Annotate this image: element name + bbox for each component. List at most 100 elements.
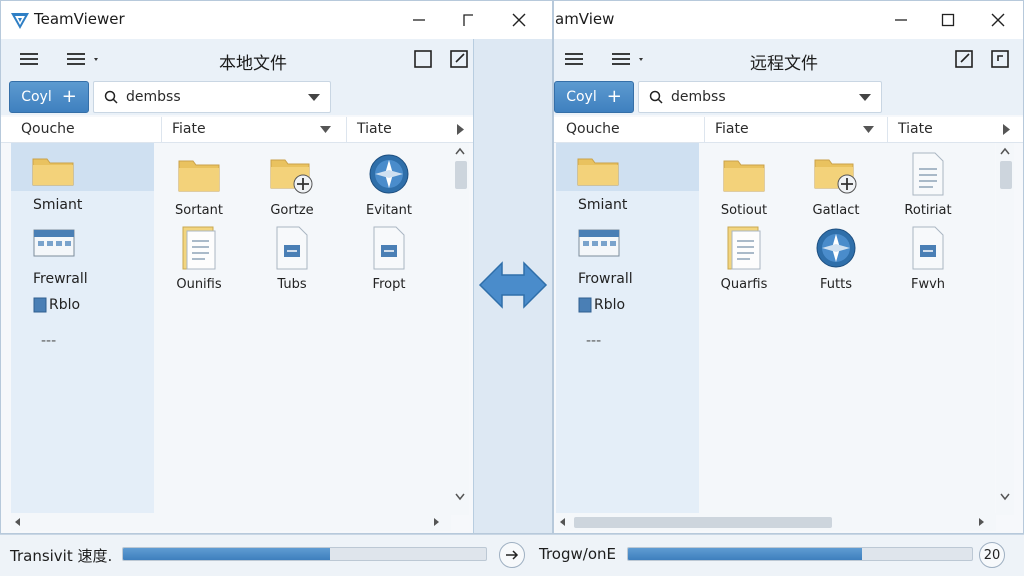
file-item[interactable]: Rotiriat [883,149,973,218]
toolbar: 本地文件 [1,39,552,79]
computer-icon[interactable] [578,229,620,259]
path-search-field[interactable]: dembss [93,81,331,113]
scroll-left-icon[interactable] [13,517,21,527]
menu-button[interactable] [17,47,41,71]
local-files-window: TeamViewer 本地文件 Coyl + dembss Qouche Fia… [0,0,553,534]
sidebar-item-label: --- [586,333,602,349]
app-title: amView [555,10,615,28]
queue-count-badge[interactable]: 20 [979,542,1005,568]
edit-button[interactable] [447,47,471,71]
file-item[interactable]: Sotiout [699,149,789,218]
sidebar-item-label[interactable]: Frowrall [578,271,633,287]
file-item[interactable]: Gatlact [791,149,881,218]
file-item[interactable]: Fwvh [883,223,973,292]
sidebar-item-label[interactable]: Rblo [49,297,80,313]
edit-button[interactable] [952,47,976,71]
sort-down-icon [320,126,331,133]
list-view-dropdown-icon [67,53,98,65]
folder-icon[interactable] [31,153,75,187]
vertical-scrollbar[interactable] [996,143,1014,515]
column-header-type[interactable]: Fiate [161,117,341,143]
transfer-arrows-icon[interactable] [478,257,548,313]
scroll-down-icon[interactable] [455,493,465,501]
close-icon [512,13,526,27]
open-external-button[interactable] [988,47,1012,71]
column-header-name[interactable]: Qouche [556,117,696,143]
document-icon [912,152,944,196]
folder-sync-icon [270,159,313,194]
file-item[interactable]: Sortant [154,149,244,218]
search-icon [649,90,663,104]
file-item[interactable]: Quarfis [699,223,789,292]
folder-icon [723,160,765,192]
document-icon [373,226,405,270]
file-item[interactable]: Evitant [344,149,434,218]
sidebar-item-label[interactable]: Smiant [578,197,627,213]
file-item[interactable]: Fropt [344,223,434,292]
column-header-type[interactable]: Fiate [704,117,884,143]
maximize-icon [463,14,473,26]
scroll-thumb[interactable] [1000,161,1012,189]
view-options-button[interactable] [606,47,650,71]
sidebar-item-label[interactable]: Rblo [594,297,625,313]
horizontal-scroll-thumb[interactable] [574,517,832,528]
select-all-button[interactable] [411,47,435,71]
maximize-button[interactable] [445,1,491,39]
sidebar-item-label[interactable]: Smiant [33,197,82,213]
scroll-right-icon[interactable] [433,517,441,527]
plus-icon: + [61,86,77,107]
copy-label: Coyl [21,89,52,105]
close-button[interactable] [496,1,542,39]
folder-icon[interactable] [576,153,620,187]
minimize-icon [413,19,425,21]
copy-button[interactable]: Coyl + [554,81,634,113]
chevron-down-icon [859,94,871,101]
scroll-thumb[interactable] [455,161,467,189]
maximize-button[interactable] [925,1,971,39]
file-icon [33,297,47,313]
transfer-forward-button[interactable] [499,542,525,568]
list-view-dropdown-icon [612,53,643,65]
minimize-icon [895,19,907,21]
column-header-date[interactable]: Tiate [887,117,1017,143]
sidebar-item-label[interactable]: Frewrall [33,271,88,287]
close-button[interactable] [975,1,1021,39]
teamviewer-logo-icon [11,13,29,29]
folder-sync-icon [814,159,857,194]
scroll-up-icon[interactable] [1000,147,1010,155]
file-item[interactable]: Gortze [247,149,337,218]
document-icon [276,226,308,270]
scroll-up-icon[interactable] [455,147,465,155]
open-external-icon [991,50,1009,68]
menu-button[interactable] [562,47,586,71]
horizontal-scrollbar[interactable] [11,513,451,531]
column-header-name[interactable]: Qouche [11,117,154,143]
minimize-button[interactable] [396,1,442,39]
arrow-right-icon [506,550,519,560]
scroll-left-icon[interactable] [558,517,566,527]
scroll-right-icon[interactable] [978,517,986,527]
file-item[interactable]: Tubs [247,223,337,292]
file-item[interactable]: Futts [791,223,881,292]
search-icon [104,90,118,104]
search-value: dembss [126,89,181,105]
minimize-button[interactable] [878,1,924,39]
chevron-right-icon [1003,124,1010,135]
scroll-down-icon[interactable] [1000,493,1010,501]
pane-title: 远程文件 [750,54,818,74]
sort-down-icon [863,126,874,133]
document-icon [912,226,944,270]
progress-fill [628,548,862,560]
view-options-button[interactable] [61,47,105,71]
horizontal-scrollbar[interactable] [556,513,996,531]
path-search-field[interactable]: dembss [638,81,882,113]
column-header-date[interactable]: Tiate [346,117,471,143]
file-grid: Sotiout Gatlact Rotiriat Quarfis Futts F… [699,143,995,515]
copy-button[interactable]: Coyl + [9,81,89,113]
close-icon [991,13,1005,27]
column-header-row: Qouche Fiate Tiate [1,117,552,143]
app-title: TeamViewer [34,10,125,28]
vertical-scrollbar[interactable] [451,143,469,515]
file-item[interactable]: Ounifis [154,223,244,292]
computer-icon[interactable] [33,229,75,259]
